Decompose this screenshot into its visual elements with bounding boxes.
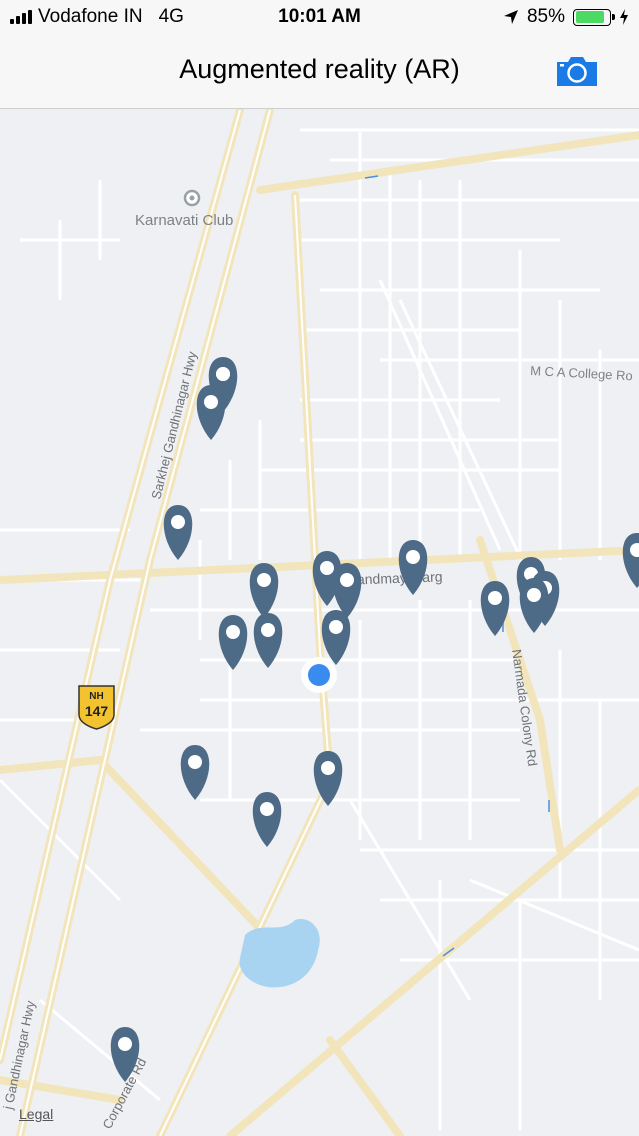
camera-icon	[557, 57, 597, 86]
user-location-dot	[301, 657, 337, 693]
highway-shield-label: NH	[89, 691, 103, 702]
legal-link[interactable]: Legal	[19, 1106, 53, 1122]
highway-shield-icon: NH 147	[78, 685, 115, 730]
label-karnavati-club: Karnavati Club	[135, 212, 233, 229]
map-view[interactable]: Karnavati Club M C A College Ro Sarkhej …	[0, 109, 639, 1136]
battery-percent: 85%	[526, 6, 565, 27]
charging-icon	[620, 9, 628, 25]
page-title: Augmented reality (AR)	[179, 54, 460, 84]
battery-icon	[573, 8, 615, 26]
status-right: 85%	[503, 6, 629, 28]
camera-button[interactable]	[555, 54, 599, 88]
navigation-bar: Augmented reality (AR)	[0, 36, 639, 109]
map-canvas[interactable]: Karnavati Club M C A College Ro Sarkhej …	[0, 109, 639, 1136]
status-bar: Vodafone IN 4G 10:01 AM 85%	[0, 0, 639, 36]
location-arrow-icon	[503, 10, 518, 24]
highway-shield-number: 147	[85, 703, 109, 719]
